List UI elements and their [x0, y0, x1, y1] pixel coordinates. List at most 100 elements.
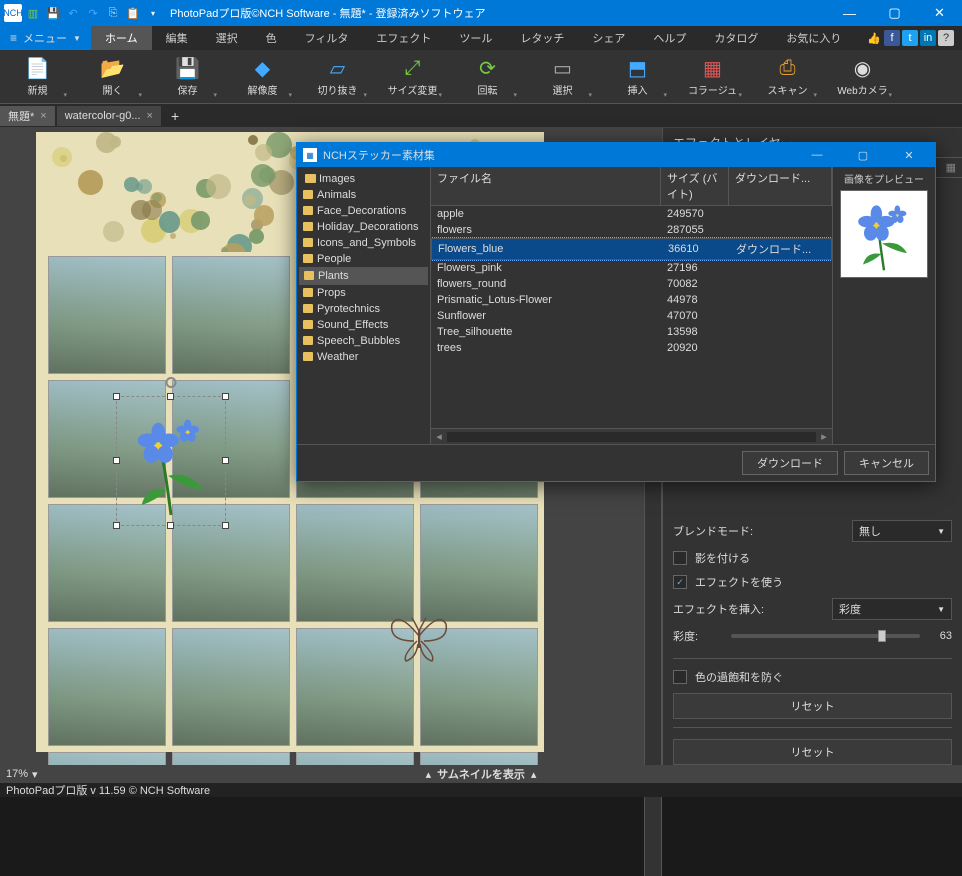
menu-tab-色[interactable]: 色: [252, 26, 291, 50]
new-button[interactable]: 📄新規▾: [0, 52, 75, 101]
select-button[interactable]: ▭選択▾: [525, 52, 600, 101]
file-row[interactable]: Prismatic_Lotus-Flower44978: [431, 292, 832, 308]
qat-save-icon[interactable]: 💾: [44, 4, 62, 22]
collage-tile[interactable]: [296, 504, 414, 622]
file-row[interactable]: Tree_silhouette13598: [431, 324, 832, 340]
menu-button[interactable]: ≡ メニュー ▼: [0, 26, 91, 50]
qat-new-icon[interactable]: ▥: [24, 4, 42, 22]
resize-handle[interactable]: [222, 457, 229, 464]
dialog-maximize-button[interactable]: ▢: [843, 149, 883, 162]
tree-item-Props[interactable]: Props: [299, 285, 428, 301]
twitter-icon[interactable]: t: [902, 30, 918, 46]
rotate-button[interactable]: ⟳回転▾: [450, 52, 525, 101]
tree-item-Icons_and_Symbols[interactable]: Icons_and_Symbols: [299, 235, 428, 251]
dialog-titlebar[interactable]: ▦ NCHステッカー素材集 — ▢ ✕: [297, 143, 935, 167]
thumb-up-icon[interactable]: ▴: [426, 768, 432, 781]
menu-tab-シェア[interactable]: シェア: [578, 26, 639, 50]
saturation-slider[interactable]: [731, 634, 920, 638]
resize-handle[interactable]: [113, 522, 120, 529]
menu-tab-ホーム[interactable]: ホーム: [91, 26, 152, 50]
tree-item-Weather[interactable]: Weather: [299, 349, 428, 365]
res-button[interactable]: ◆解像度▾: [225, 52, 300, 101]
file-row[interactable]: apple249570: [431, 206, 832, 222]
qat-undo-icon[interactable]: ↶: [64, 4, 82, 22]
qat-paste-icon[interactable]: 📋: [124, 4, 142, 22]
scan-button[interactable]: ⎙スキャン▾: [750, 52, 825, 101]
collage-tile[interactable]: [48, 628, 166, 746]
menu-tab-レタッチ[interactable]: レタッチ: [506, 26, 578, 50]
zoom-level[interactable]: 17%: [6, 768, 28, 780]
effect-checkbox[interactable]: ✓: [673, 575, 687, 589]
tree-item-Speech_Bubbles[interactable]: Speech_Bubbles: [299, 333, 428, 349]
file-row[interactable]: Sunflower47070: [431, 308, 832, 324]
file-list-header[interactable]: ファイル名 サイズ (バイト) ダウンロード...: [431, 167, 832, 206]
rotate-handle[interactable]: [166, 377, 177, 388]
menu-tab-選択[interactable]: 選択: [202, 26, 252, 50]
resize-handle[interactable]: [113, 457, 120, 464]
open-button[interactable]: 📂開く▾: [75, 52, 150, 101]
tree-item-Animals[interactable]: Animals: [299, 187, 428, 203]
webcam-button[interactable]: ◉Webカメラ▾: [825, 52, 900, 101]
tree-root[interactable]: Images: [299, 171, 428, 187]
resize-handle[interactable]: [113, 393, 120, 400]
resize-handle[interactable]: [167, 522, 174, 529]
tree-item-Sound_Effects[interactable]: Sound_Effects: [299, 317, 428, 333]
shadow-checkbox[interactable]: [673, 551, 687, 565]
menu-tab-ヘルプ[interactable]: ヘルプ: [639, 26, 700, 50]
file-row[interactable]: flowers_round70082: [431, 276, 832, 292]
menu-tab-フィルタ[interactable]: フィルタ: [291, 26, 363, 50]
dialog-minimize-button[interactable]: —: [797, 149, 837, 161]
qat-icon[interactable]: NCH: [4, 4, 22, 22]
like-icon[interactable]: 👍: [866, 30, 882, 46]
help-icon[interactable]: ?: [938, 30, 954, 46]
col-download[interactable]: ダウンロード...: [729, 167, 832, 205]
close-button[interactable]: ✕: [917, 0, 962, 26]
thumb-up-icon[interactable]: ▴: [531, 768, 537, 781]
save-button[interactable]: 💾保存▾: [150, 52, 225, 101]
blend-select[interactable]: 無し▼: [852, 520, 952, 542]
linkedin-icon[interactable]: in: [920, 30, 936, 46]
sticker-selection[interactable]: [116, 396, 226, 526]
butterfly-sticker[interactable]: [384, 606, 454, 666]
reset-button[interactable]: リセット: [673, 693, 952, 719]
file-row[interactable]: flowers287055: [431, 222, 832, 238]
menu-tab-お気に入り[interactable]: お気に入り: [772, 26, 855, 50]
qat-more-icon[interactable]: ▾: [144, 4, 162, 22]
hscrollbar[interactable]: ◂▸: [431, 428, 832, 444]
reset-button-2[interactable]: リセット: [673, 739, 952, 765]
collage-button[interactable]: ▦コラージュ▾: [675, 52, 750, 101]
maximize-button[interactable]: ▢: [872, 0, 917, 26]
facebook-icon[interactable]: f: [884, 30, 900, 46]
resize-button[interactable]: ⤢サイズ変更▾: [375, 52, 450, 101]
oversat-checkbox[interactable]: [673, 670, 687, 684]
tree-item-People[interactable]: People: [299, 251, 428, 267]
collage-tile[interactable]: [172, 752, 290, 765]
collage-tile[interactable]: [48, 256, 166, 374]
tree-item-Face_Decorations[interactable]: Face_Decorations: [299, 203, 428, 219]
qat-copy-icon[interactable]: ⎘: [104, 4, 122, 22]
insert-button[interactable]: ⬒挿入▾: [600, 52, 675, 101]
tree-item-Plants[interactable]: Plants: [299, 267, 428, 285]
col-name[interactable]: ファイル名: [431, 167, 661, 205]
col-size[interactable]: サイズ (バイト): [661, 167, 729, 205]
qat-redo-icon[interactable]: ↷: [84, 4, 102, 22]
collage-tile[interactable]: [172, 628, 290, 746]
download-button[interactable]: ダウンロード: [742, 451, 838, 475]
collage-tile[interactable]: [296, 752, 414, 765]
crop-button[interactable]: ▱切り抜き▾: [300, 52, 375, 101]
new-tab-button[interactable]: +: [163, 108, 187, 124]
resize-handle[interactable]: [222, 522, 229, 529]
menu-tab-カタログ[interactable]: カタログ: [700, 26, 772, 50]
minimize-button[interactable]: —: [827, 0, 872, 26]
folder-tree[interactable]: Images AnimalsFace_DecorationsHoliday_De…: [297, 167, 431, 444]
close-tab-icon[interactable]: ×: [40, 110, 46, 122]
file-row[interactable]: Flowers_pink27196: [431, 260, 832, 276]
collage-tile[interactable]: [48, 752, 166, 765]
dialog-close-button[interactable]: ✕: [889, 149, 929, 162]
resize-handle[interactable]: [167, 393, 174, 400]
menu-tab-エフェクト[interactable]: エフェクト: [362, 26, 445, 50]
file-row[interactable]: trees20920: [431, 340, 832, 356]
thumbnail-toggle-label[interactable]: サムネイルを表示: [437, 766, 525, 782]
cancel-button[interactable]: キャンセル: [844, 451, 929, 475]
tree-item-Pyrotechnics[interactable]: Pyrotechnics: [299, 301, 428, 317]
